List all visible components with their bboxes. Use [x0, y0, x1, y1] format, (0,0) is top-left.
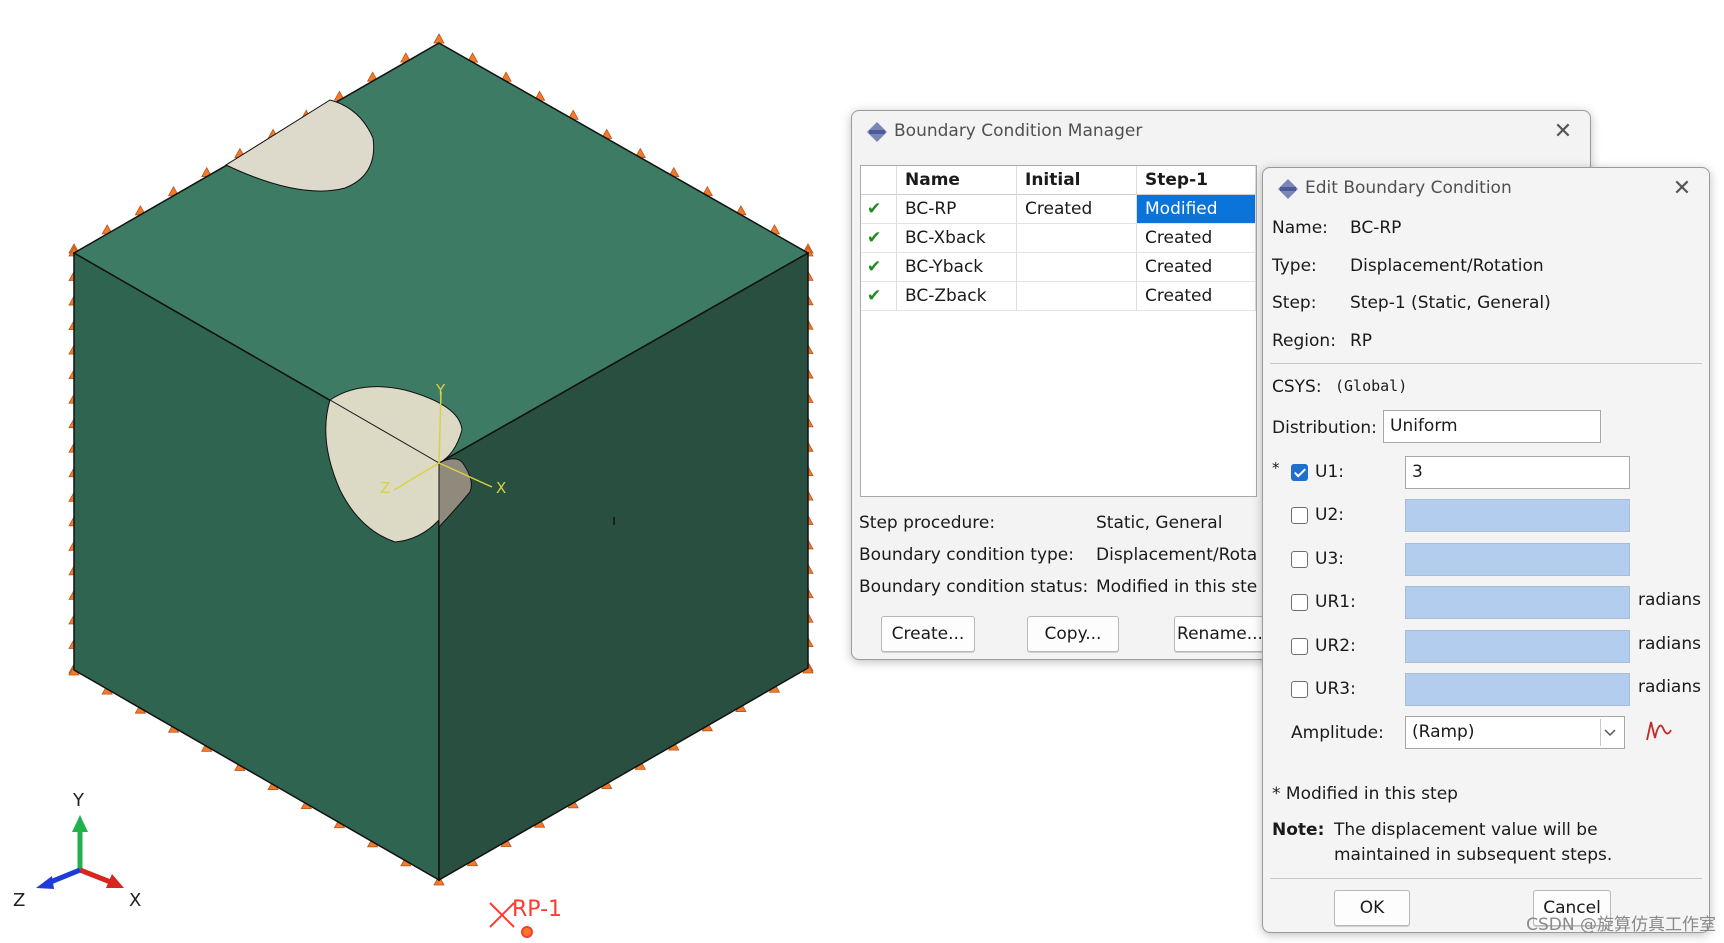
step-label: Step:	[1272, 293, 1317, 313]
ur2-label: UR2:	[1315, 636, 1356, 656]
row-active-check-icon[interactable]: ✔	[861, 224, 897, 253]
divider	[1270, 878, 1702, 879]
region-label: Region:	[1272, 331, 1336, 351]
abaqus-app-icon	[867, 122, 887, 142]
note-line-1: The displacement value will be	[1334, 820, 1598, 840]
triad-z-label: Z	[13, 890, 25, 911]
create-button[interactable]: Create...	[881, 616, 975, 652]
bc-status-label: Boundary condition status:	[859, 577, 1089, 597]
ur3-input	[1405, 673, 1630, 706]
name-label: Name:	[1272, 218, 1328, 238]
part-csys-x-label: X	[496, 479, 506, 497]
ur3-checkbox[interactable]	[1291, 681, 1308, 698]
reference-point-label: RP-1	[512, 897, 562, 922]
step-procedure-label: Step procedure:	[859, 513, 996, 533]
table-cell-step-1[interactable]: Created	[1137, 224, 1256, 253]
chevron-down-icon[interactable]	[1600, 719, 1619, 746]
table-cell-initial[interactable]: Created	[1017, 195, 1137, 224]
copy-button[interactable]: Copy...	[1027, 616, 1119, 652]
bc-manager-title: Boundary Condition Manager	[894, 121, 1143, 141]
column-header-check	[861, 166, 897, 195]
bc-type-value: Displacement/Rota	[1096, 545, 1258, 565]
region-value: RP	[1350, 331, 1373, 351]
csys-label: CSYS:	[1272, 377, 1322, 397]
modified-in-step-note: * Modified in this step	[1272, 784, 1458, 804]
bc-manager-table: Name Initial Step-1 ✔ BC-RP Created Modi…	[860, 165, 1257, 497]
distribution-label: Distribution:	[1272, 418, 1377, 438]
ok-button[interactable]: OK	[1334, 890, 1410, 926]
ur3-unit-label: radians	[1638, 677, 1701, 697]
row-active-check-icon[interactable]: ✔	[861, 282, 897, 311]
bc-type-label: Boundary condition type:	[859, 545, 1074, 565]
bc-manager-titlebar[interactable]: Boundary Condition Manager ✕	[852, 111, 1590, 153]
table-cell-step-1-selected[interactable]: Modified	[1137, 195, 1256, 224]
name-value: BC-RP	[1350, 218, 1402, 238]
abaqus-app-icon	[1278, 179, 1298, 199]
table-cell-name[interactable]: BC-Yback	[897, 253, 1017, 282]
step-value: Step-1 (Static, General)	[1350, 293, 1551, 313]
ur2-input	[1405, 630, 1630, 663]
u2-input	[1405, 499, 1630, 532]
u1-label: U1:	[1315, 462, 1344, 482]
u3-checkbox[interactable]	[1291, 551, 1308, 568]
csys-value[interactable]: (Global)	[1335, 377, 1407, 395]
type-value: Displacement/Rotation	[1350, 256, 1544, 276]
column-header-name[interactable]: Name	[897, 166, 1017, 195]
note-label: Note:	[1272, 820, 1325, 840]
edit-bc-titlebar[interactable]: Edit Boundary Condition ✕	[1263, 168, 1709, 210]
bc-manager-close-button[interactable]: ✕	[1548, 117, 1578, 147]
table-cell-initial[interactable]	[1017, 282, 1137, 311]
triad-y-label: Y	[72, 790, 85, 811]
column-header-step-1[interactable]: Step-1	[1137, 166, 1256, 195]
u3-label: U3:	[1315, 549, 1344, 569]
row-active-check-icon[interactable]: ✔	[861, 253, 897, 282]
ur1-label: UR1:	[1315, 592, 1356, 612]
create-amplitude-icon[interactable]	[1644, 716, 1674, 746]
distribution-select[interactable]: Uniform	[1383, 410, 1601, 443]
table-cell-initial[interactable]	[1017, 253, 1137, 282]
u2-checkbox[interactable]	[1291, 507, 1308, 524]
ur3-label: UR3:	[1315, 679, 1356, 699]
model-viewport[interactable]: Y X Z Y Z X RP-1	[0, 0, 840, 943]
table-cell-step-1[interactable]: Created	[1137, 253, 1256, 282]
u1-input[interactable]: 3	[1405, 456, 1630, 489]
rename-button[interactable]: Rename...	[1174, 616, 1266, 652]
table-cell-name[interactable]: BC-RP	[897, 195, 1017, 224]
watermark: CSDN @旋算仿真工作室	[1526, 915, 1716, 935]
column-header-initial[interactable]: Initial	[1017, 166, 1137, 195]
u2-label: U2:	[1315, 505, 1344, 525]
table-cell-name[interactable]: BC-Xback	[897, 224, 1017, 253]
part-csys-y-label: Y	[435, 381, 446, 399]
modified-asterisk: *	[1272, 459, 1280, 477]
amplitude-select[interactable]: (Ramp)	[1405, 716, 1625, 749]
triad-x-label: X	[129, 890, 141, 911]
note-line-2: maintained in subsequent steps.	[1334, 845, 1613, 865]
row-active-check-icon[interactable]: ✔	[861, 195, 897, 224]
table-cell-name[interactable]: BC-Zback	[897, 282, 1017, 311]
table-cell-initial[interactable]	[1017, 224, 1137, 253]
global-triad-icon	[36, 815, 124, 889]
u3-input	[1405, 543, 1630, 576]
type-label: Type:	[1272, 256, 1317, 276]
amplitude-label: Amplitude:	[1291, 723, 1384, 743]
edit-bc-dialog: Edit Boundary Condition ✕ Name: BC-RP Ty…	[1262, 167, 1710, 933]
ur1-input	[1405, 586, 1630, 619]
ur1-unit-label: radians	[1638, 590, 1701, 610]
bc-status-value: Modified in this ste	[1096, 577, 1258, 597]
bc-marker-icon	[433, 33, 445, 44]
table-cell-step-1[interactable]: Created	[1137, 282, 1256, 311]
part-csys-z-label: Z	[380, 479, 390, 497]
ur1-checkbox[interactable]	[1291, 594, 1308, 611]
ur2-unit-label: radians	[1638, 634, 1701, 654]
edit-bc-title: Edit Boundary Condition	[1305, 178, 1512, 198]
u1-checkbox[interactable]	[1291, 464, 1308, 481]
step-procedure-value: Static, General	[1096, 513, 1223, 533]
divider	[1270, 363, 1702, 364]
edit-bc-close-button[interactable]: ✕	[1667, 174, 1697, 204]
ur2-checkbox[interactable]	[1291, 638, 1308, 655]
